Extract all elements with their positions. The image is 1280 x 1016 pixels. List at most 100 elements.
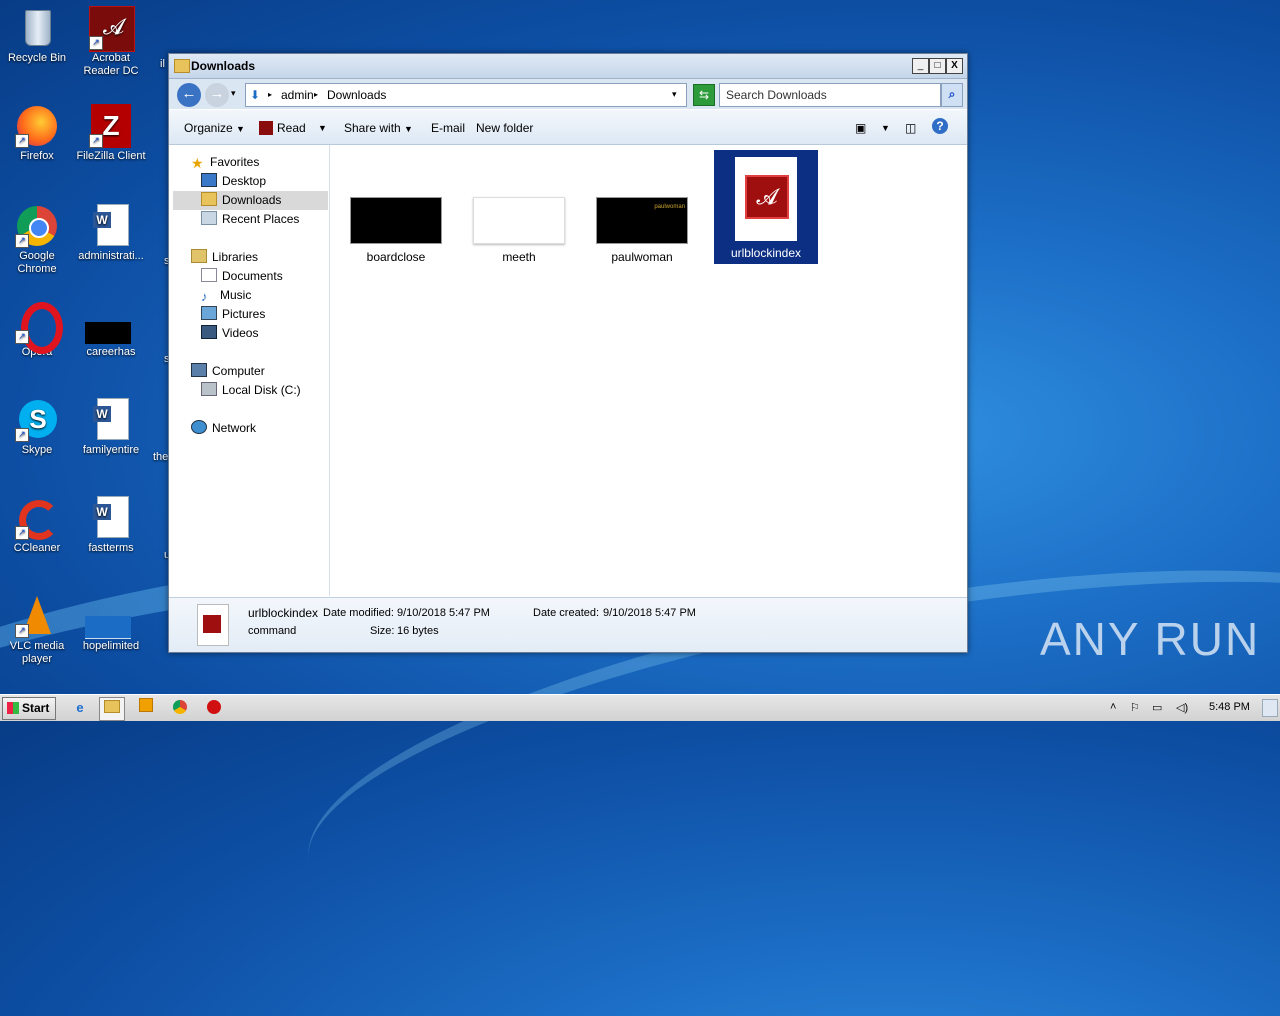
show-hidden-icons-icon[interactable]: ˄ xyxy=(1110,701,1116,713)
file-list: boardclose meeth paulwoman paulwoman 𝓐 u… xyxy=(331,145,965,596)
organize-button[interactable]: Organize ▼ xyxy=(184,121,245,135)
email-button[interactable]: E-mail xyxy=(431,121,465,135)
back-button[interactable]: ← xyxy=(177,83,201,107)
network-icon xyxy=(191,420,207,434)
desktop-icon-recycle-bin[interactable]: Recycle Bin xyxy=(0,6,74,65)
desktop-icon-fastterms[interactable]: W fastterms xyxy=(74,496,148,555)
breadcrumb-chevron-icon[interactable]: ▸ xyxy=(314,90,318,99)
desktop-icon-filezilla[interactable]: Z ↗ FileZilla Client xyxy=(74,104,148,163)
desktop-icon-acrobat[interactable]: 𝓐 ↗ Acrobat Reader DC xyxy=(74,6,148,78)
volume-icon[interactable]: ◁) xyxy=(1176,701,1188,714)
window-title: Downloads xyxy=(191,59,256,73)
filezilla-icon: Z ↗ xyxy=(89,104,133,148)
network-tray-icon[interactable]: ▭ xyxy=(1152,701,1162,714)
desktop-icon-opera[interactable]: ↗ Opera xyxy=(0,300,74,359)
recent-places-icon xyxy=(201,211,217,225)
address-field[interactable]: ⬇ ▸ admin ▸ Downloads ▾ xyxy=(245,83,687,107)
desktop-icon-skype[interactable]: S ↗ Skype xyxy=(0,398,74,457)
firefox-icon: ↗ xyxy=(15,104,59,148)
desktop-icon-chrome[interactable]: ↗ Google Chrome xyxy=(0,204,74,276)
ccleaner-icon: ↗ xyxy=(15,496,59,540)
nav-desktop[interactable]: Desktop xyxy=(201,172,266,191)
nav-local-disk[interactable]: Local Disk (C:) xyxy=(201,381,301,400)
nav-computer[interactable]: Computer xyxy=(191,362,265,381)
search-input[interactable]: Search Downloads xyxy=(719,83,941,107)
title-bar[interactable]: Downloads _ □ X xyxy=(169,54,967,79)
pictures-icon xyxy=(201,306,217,320)
start-button[interactable]: Start xyxy=(2,697,56,720)
maximize-button[interactable]: □ xyxy=(929,58,946,74)
recycle-bin-icon xyxy=(15,6,59,50)
close-button[interactable]: X xyxy=(946,58,963,74)
details-pane: urlblockindex command Date modified: 9/1… xyxy=(169,597,967,652)
recent-pages-chevron-icon[interactable]: ▾ xyxy=(231,88,236,99)
chrome-taskbar-icon[interactable] xyxy=(168,697,192,719)
desktop-icon-careerhas[interactable]: careerhas xyxy=(74,300,148,359)
preview-pane-icon[interactable]: ◫ xyxy=(905,121,916,135)
file-item[interactable]: boardclose xyxy=(344,197,448,264)
partial-desktop-label: il xyxy=(160,58,165,70)
anyrun-watermark: ANY RUN xyxy=(1040,613,1261,665)
star-icon: ★ xyxy=(191,155,204,171)
desktop-icon-familyentire[interactable]: W familyentire xyxy=(74,398,148,457)
blank-thumbnail-icon xyxy=(85,594,133,639)
desktop-icon-word-doc[interactable]: W administrati... xyxy=(74,204,148,263)
change-view-icon[interactable]: ▣ xyxy=(855,121,866,135)
internet-explorer-icon[interactable]: e xyxy=(68,697,92,719)
breadcrumb-downloads[interactable]: Downloads xyxy=(327,88,386,102)
clock[interactable]: 5:48 PM xyxy=(1209,701,1250,713)
explorer-window[interactable]: Downloads _ □ X ← → ▾ ⬇ ▸ admin ▸ Downlo… xyxy=(168,53,968,653)
nav-favorites[interactable]: ★ Favorites xyxy=(191,153,259,172)
folder-icon xyxy=(174,59,190,73)
desktop-icon-vlc[interactable]: ↗ VLC media player xyxy=(0,594,74,666)
view-dropdown-icon[interactable]: ▼ xyxy=(881,123,890,133)
vlc-icon: ↗ xyxy=(15,594,59,638)
read-dropdown-icon[interactable]: ▼ xyxy=(318,123,327,133)
share-with-button[interactable]: Share with ▼ xyxy=(344,121,413,135)
size-label: Size: xyxy=(370,625,395,637)
black-thumbnail-icon xyxy=(85,300,133,344)
desktop-icon-firefox[interactable]: ↗ Firefox xyxy=(0,104,74,163)
nav-network[interactable]: Network xyxy=(191,419,256,438)
search-icon[interactable]: ⌕ xyxy=(941,83,963,107)
pdf-file-icon xyxy=(197,604,229,646)
nav-libraries[interactable]: Libraries xyxy=(191,248,258,267)
navigation-pane: ★ Favorites Desktop Downloads Recent Plac… xyxy=(173,145,330,596)
desktop-icon-hopelimited[interactable]: hopelimited xyxy=(74,594,148,653)
file-item[interactable]: meeth xyxy=(467,197,571,264)
breadcrumb-admin[interactable]: admin xyxy=(281,88,314,102)
address-bar-row: ← → ▾ ⬇ ▸ admin ▸ Downloads ▾ ⇆ Search D… xyxy=(169,79,967,109)
file-item[interactable]: paulwoman paulwoman xyxy=(590,197,694,264)
address-dropdown-icon[interactable]: ▾ xyxy=(672,89,677,100)
date-created-value: 9/10/2018 5:47 PM xyxy=(603,607,696,619)
file-item-selected[interactable]: 𝓐 urlblockindex xyxy=(714,150,818,264)
media-player-icon[interactable] xyxy=(134,697,158,719)
explorer-taskbar-icon[interactable] xyxy=(99,697,125,721)
file-thumbnail: paulwoman xyxy=(596,197,688,244)
nav-videos[interactable]: Videos xyxy=(201,324,258,343)
new-folder-button[interactable]: New folder xyxy=(476,121,533,135)
action-center-flag-icon[interactable]: ⚐ xyxy=(1130,701,1140,714)
show-desktop-button[interactable] xyxy=(1262,699,1278,717)
file-thumbnail xyxy=(350,197,442,244)
nav-downloads[interactable]: Downloads xyxy=(173,191,328,210)
minimize-button[interactable]: _ xyxy=(912,58,929,74)
read-button[interactable]: Read xyxy=(259,121,306,135)
breadcrumb-chevron-icon[interactable]: ▸ xyxy=(268,90,272,99)
nav-recent-places[interactable]: Recent Places xyxy=(201,210,299,229)
pdf-icon xyxy=(259,121,273,135)
nav-pictures[interactable]: Pictures xyxy=(201,305,265,324)
nav-music[interactable]: ♪ Music xyxy=(201,286,251,305)
download-folder-icon: ⬇ xyxy=(250,88,261,102)
desktop-icon-ccleaner[interactable]: ↗ CCleaner xyxy=(0,496,74,555)
forward-button[interactable]: → xyxy=(205,83,229,107)
videos-icon xyxy=(201,325,217,339)
help-icon[interactable]: ? xyxy=(932,118,948,134)
taskbar: Start e ˄ ⚐ ▭ ◁) 5:48 PM xyxy=(0,694,1280,721)
desktop-icon xyxy=(201,173,217,187)
nav-documents[interactable]: Documents xyxy=(201,267,283,286)
opera-taskbar-icon[interactable] xyxy=(202,697,226,719)
size-value: 16 bytes xyxy=(397,625,439,637)
refresh-button[interactable]: ⇆ xyxy=(693,84,715,106)
date-modified-label: Date modified: xyxy=(323,607,394,619)
